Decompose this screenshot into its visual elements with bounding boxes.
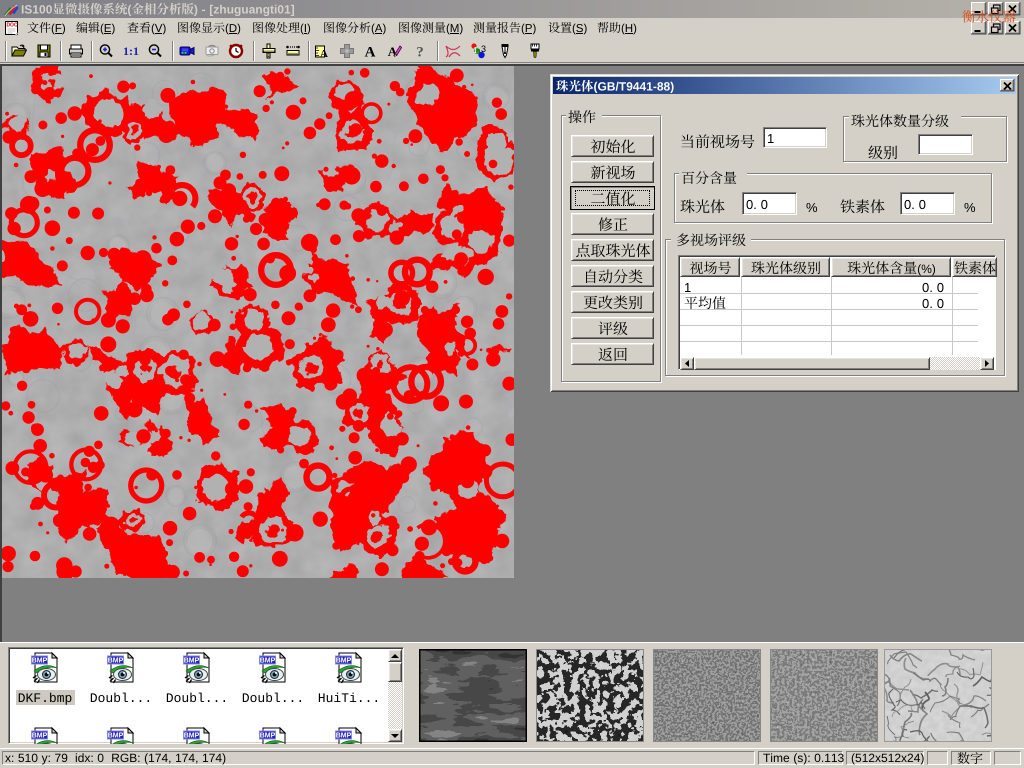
svg-text:A: A: [365, 45, 376, 60]
svg-text:?: ?: [416, 45, 424, 60]
svg-text:3: 3: [481, 44, 486, 54]
svg-text:DOC: DOC: [6, 23, 18, 29]
svg-text:A: A: [320, 48, 328, 59]
svg-text:1:1: 1:1: [123, 44, 139, 58]
